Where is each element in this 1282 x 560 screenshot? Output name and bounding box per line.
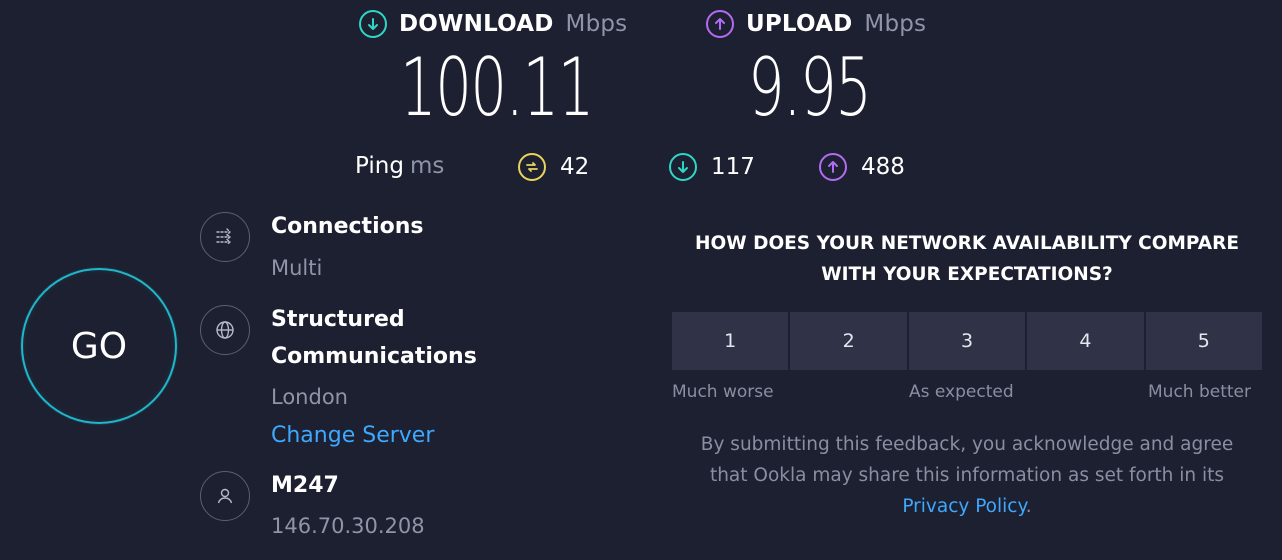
- disclaimer-line3: Privacy Policy.: [667, 491, 1267, 522]
- ping-idle-value: 42: [560, 154, 590, 180]
- ping-label-text: Ping: [355, 153, 404, 179]
- rating-button-1[interactable]: 1: [672, 312, 789, 370]
- upload-value: 9.95: [748, 41, 872, 134]
- upload-header: UPLOAD Mbps: [706, 10, 926, 38]
- upload-unit: Mbps: [864, 11, 927, 37]
- survey-question: HOW DOES YOUR NETWORK AVAILABILITY COMPA…: [667, 228, 1267, 290]
- rating-button-2[interactable]: 2: [790, 312, 907, 370]
- download-unit: Mbps: [565, 11, 628, 37]
- ping-download: 117: [669, 153, 755, 181]
- user-ip: 146.70.30.208: [271, 514, 425, 538]
- ping-upload: 488: [819, 153, 905, 181]
- download-latency-icon: [669, 153, 697, 181]
- disclaimer-line2: that Ookla may share this information as…: [709, 465, 1225, 486]
- connections-value: Multi: [271, 256, 323, 280]
- download-label: DOWNLOAD: [399, 11, 554, 37]
- rating-button-3[interactable]: 3: [908, 312, 1026, 370]
- download-header: DOWNLOAD Mbps: [359, 10, 627, 38]
- ping-label: Ping ms: [355, 153, 444, 179]
- survey-question-line1: HOW DOES YOUR NETWORK AVAILABILITY COMPA…: [695, 233, 1239, 254]
- feedback-disclaimer: By submitting this feedback, you acknowl…: [667, 429, 1267, 522]
- user-isp: M247: [271, 473, 339, 498]
- idle-latency-icon: [518, 153, 546, 181]
- connections-title: Connections: [271, 214, 424, 239]
- user-icon: [200, 471, 250, 521]
- server-location: London: [271, 385, 348, 409]
- globe-icon: [200, 305, 250, 355]
- upload-label: UPLOAD: [746, 11, 853, 37]
- rating-button-5[interactable]: 5: [1145, 312, 1263, 370]
- arrow-up-circle-icon: [706, 10, 734, 38]
- disclaimer-line1: By submitting this feedback, you acknowl…: [700, 434, 1234, 455]
- privacy-suffix: .: [1025, 496, 1032, 517]
- change-server-link[interactable]: Change Server: [271, 423, 434, 448]
- go-button[interactable]: GO: [21, 268, 177, 424]
- connections-icon[interactable]: [200, 212, 250, 262]
- ping-upload-value: 488: [861, 154, 905, 180]
- rating-scale: 1 2 3 4 5: [672, 312, 1263, 370]
- upload-latency-icon: [819, 153, 847, 181]
- rating-high-label: Much better: [1148, 382, 1251, 402]
- ping-download-value: 117: [711, 154, 755, 180]
- server-provider-line2: Communications: [271, 344, 477, 369]
- privacy-policy-link[interactable]: Privacy Policy: [902, 496, 1025, 517]
- rating-mid-label: As expected: [909, 382, 1014, 402]
- rating-button-4[interactable]: 4: [1027, 312, 1144, 370]
- survey-question-line2: WITH YOUR EXPECTATIONS?: [821, 264, 1113, 285]
- ping-unit: ms: [409, 153, 445, 179]
- ping-idle: 42: [518, 153, 589, 181]
- rating-low-label: Much worse: [672, 382, 774, 402]
- download-value: 100.11: [400, 41, 594, 134]
- arrow-down-circle-icon: [359, 10, 387, 38]
- server-provider-line1: Structured: [271, 307, 405, 332]
